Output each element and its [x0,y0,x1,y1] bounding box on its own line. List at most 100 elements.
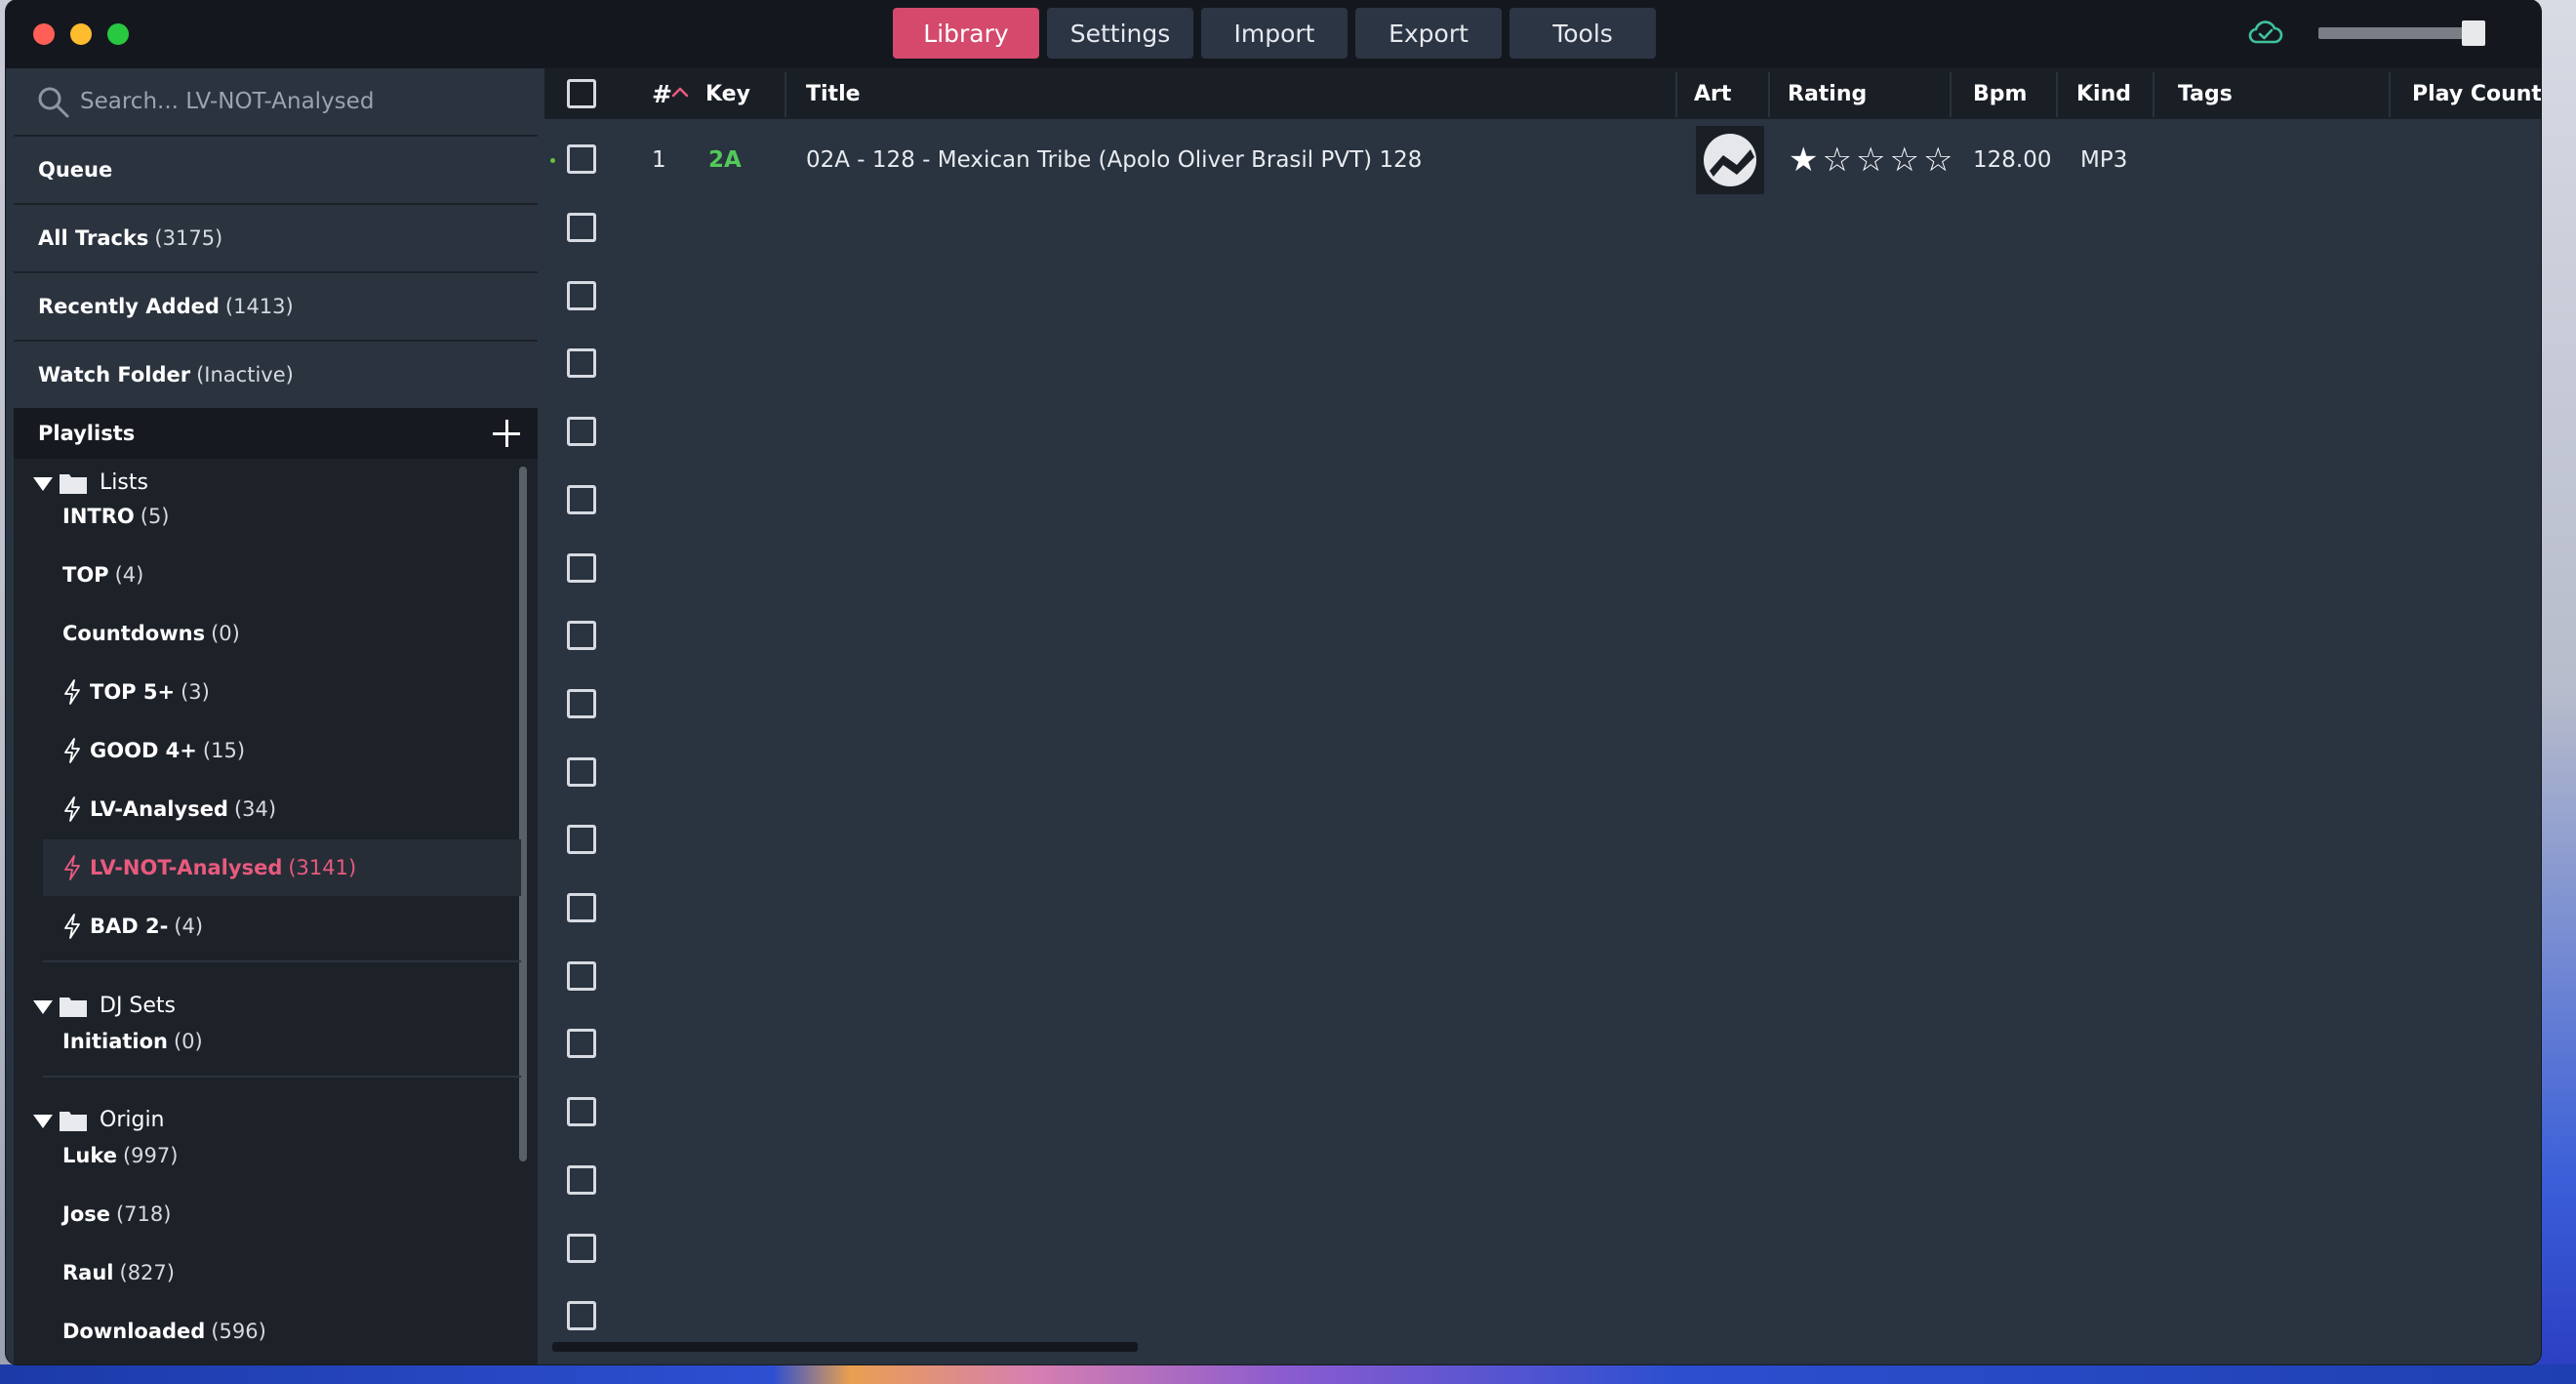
row-checkbox[interactable] [567,893,596,922]
row-checkbox[interactable] [567,1164,596,1195]
lightning-bolt-icon [64,796,80,822]
column-divider[interactable] [2153,72,2154,117]
column-divider[interactable] [1950,72,1952,117]
playlist-count: (4) [174,915,204,938]
sidebar-item-label: Queue [38,158,113,182]
playlist-count: (0) [211,622,240,645]
tab-library[interactable]: Library [893,8,1039,59]
row-checkbox[interactable] [567,144,596,174]
minimize-window-button[interactable] [70,23,92,45]
playlist-label: LV-NOT-Analysed [90,856,283,879]
smart-playlist-bad-2[interactable]: BAD 2- (4) [43,898,521,955]
row-checkbox[interactable] [567,1233,596,1263]
playlist-countdowns[interactable]: Countdowns (0) [43,605,521,662]
maximize-window-button[interactable] [107,23,129,45]
star-empty-icon[interactable]: ☆ [1822,141,1851,180]
column-header-label: Kind [2076,81,2131,106]
smart-playlist-top-5[interactable]: TOP 5+ (3) [43,664,521,720]
cloud-check-icon[interactable] [2248,18,2283,47]
column-header-play-count[interactable]: Play Count [2400,68,2541,119]
playlist-raul[interactable]: Raul (827) [43,1244,521,1301]
row-checkbox[interactable] [567,960,596,991]
playlist-label: Initiation [62,1030,168,1053]
star-empty-icon[interactable]: ☆ [1889,141,1918,180]
playlist-count: (596) [211,1320,266,1343]
sidebar-item-count: (3175) [154,226,223,250]
playlist-label: GOOD 4+ [90,739,197,762]
playlist-luke[interactable]: Luke (997) [43,1127,521,1184]
sidebar-item-label: All Tracks [38,226,149,250]
column-header-key[interactable]: Key [694,68,782,119]
star-rating[interactable]: ★ ☆ ☆ ☆ ☆ [1789,126,1952,194]
table-row[interactable]: 1 2A 02A - 128 - Mexican Tribe (Apolo Ol… [544,126,2541,194]
row-checkbox[interactable] [567,552,596,583]
smart-playlist-lv-analysed[interactable]: LV-Analysed (34) [43,781,521,837]
sort-ascending-icon[interactable] [671,86,689,98]
playlist-downloaded[interactable]: Downloaded (596) [43,1303,521,1360]
sidebar-item-all-tracks[interactable]: All Tracks (3175) [14,205,538,271]
album-art[interactable] [1696,126,1764,194]
star-filled-icon[interactable]: ★ [1789,141,1818,180]
column-header-rating[interactable]: Rating [1776,68,1952,119]
column-header-label: Rating [1788,81,1868,106]
row-checkbox[interactable] [567,1029,596,1059]
app-window: Library Settings Import Export Tools Que… [6,0,2541,1364]
star-empty-icon[interactable]: ☆ [1923,141,1952,180]
playlist-intro[interactable]: INTRO (5) [43,488,521,545]
star-empty-icon[interactable]: ☆ [1856,141,1885,180]
chevron-down-icon[interactable] [33,1000,53,1014]
column-header-tags[interactable]: Tags [2166,68,2361,119]
row-checkbox[interactable] [567,213,596,242]
row-checkbox[interactable] [567,1301,596,1331]
column-header-label: Key [705,81,750,106]
column-header-bpm[interactable]: Bpm [1961,68,2059,119]
close-window-button[interactable] [33,23,55,45]
row-checkbox[interactable] [567,825,596,855]
track-key: 2A [708,147,742,173]
sidebar: Queue All Tracks (3175) Recently Added (… [14,68,538,1364]
column-divider[interactable] [2056,72,2058,117]
row-checkbox[interactable] [567,688,596,718]
sidebar-item-queue[interactable]: Queue [14,137,538,203]
chevron-down-icon[interactable] [33,1115,53,1128]
row-checkbox[interactable] [567,280,596,310]
volume-slider-track[interactable] [2318,27,2479,39]
horizontal-scrollbar[interactable] [552,1342,1138,1352]
column-header-title[interactable]: Title [794,68,1477,119]
lightning-bolt-icon [64,679,80,705]
row-checkbox[interactable] [567,484,596,514]
tab-settings[interactable]: Settings [1047,8,1193,59]
smart-playlist-good-4[interactable]: GOOD 4+ (15) [43,722,521,779]
sidebar-item-watch-folder[interactable]: Watch Folder (Inactive) [14,342,538,408]
column-header-art[interactable]: Art [1682,68,1770,119]
playlist-count: (0) [173,1030,203,1053]
smart-playlist-lv-not-analysed[interactable]: LV-NOT-Analysed (3141) [43,839,521,896]
row-checkbox[interactable] [567,756,596,787]
sidebar-item-label: Recently Added [38,295,220,318]
select-all-checkbox[interactable] [567,79,596,108]
desktop-wallpaper-bottom [0,1364,2576,1384]
search-input[interactable] [80,82,509,121]
sidebar-item-recently-added[interactable]: Recently Added (1413) [14,273,538,340]
column-header-label: Art [1694,81,1732,106]
column-divider[interactable] [1675,72,1677,117]
tab-tools[interactable]: Tools [1509,8,1656,59]
lightning-bolt-icon [64,855,80,880]
add-playlist-icon[interactable] [493,420,520,447]
column-divider[interactable] [785,72,786,117]
playlist-top[interactable]: TOP (4) [43,547,521,603]
tab-export[interactable]: Export [1355,8,1502,59]
playlist-label: Luke [62,1144,117,1167]
row-checkbox[interactable] [567,621,596,651]
column-header-kind[interactable]: Kind [2065,68,2153,119]
tab-import[interactable]: Import [1201,8,1348,59]
playlist-initiation[interactable]: Initiation (0) [43,1013,521,1070]
column-divider[interactable] [1768,72,1770,117]
volume-slider-thumb[interactable] [2462,20,2485,46]
column-divider[interactable] [2389,72,2391,117]
playlist-jose[interactable]: Jose (718) [43,1186,521,1242]
row-checkbox[interactable] [567,417,596,447]
playlist-count: (3) [181,680,210,704]
row-checkbox[interactable] [567,1097,596,1127]
row-checkbox[interactable] [567,348,596,379]
